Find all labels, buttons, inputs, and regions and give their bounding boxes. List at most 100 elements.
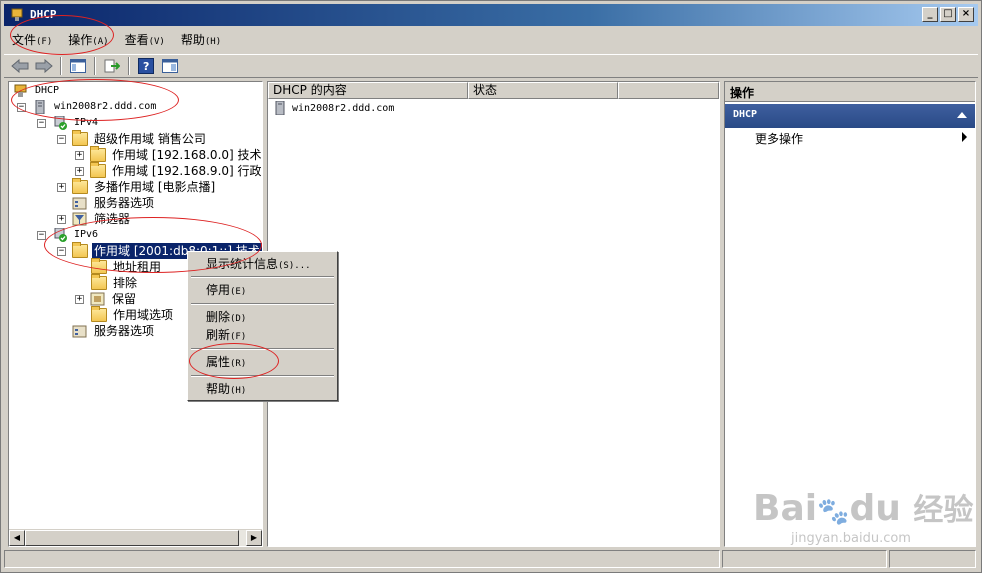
tree-item-exclusions[interactable]: 排除 [91,274,139,291]
tree-item-multicast[interactable]: + 多播作用域 [电影点播] [57,178,217,195]
collapse-toggle[interactable]: − [57,246,66,256]
collapse-section-icon[interactable] [957,112,967,118]
server-options-icon [72,325,87,338]
minimize-button[interactable]: _ [922,7,938,22]
help-button[interactable]: ? [136,56,156,76]
reservations-icon [90,292,105,306]
menu-item-help[interactable]: 帮助(H) [206,380,246,398]
properties-view-icon [162,59,178,73]
baidu-watermark-url: jingyan.baidu.com [791,531,911,546]
tree-item-reservations[interactable]: + 保留 [75,291,138,307]
tree-item-server-options-v4[interactable]: 服务器选项 [72,195,156,211]
folder-icon [72,178,88,194]
tree-item-scope-2[interactable]: + 作用域 [192.168.9.0] 行政 [75,162,262,179]
back-icon [11,59,29,73]
column-header-blank [618,82,719,99]
tree-item-scope-options[interactable]: 作用域选项 [91,306,175,323]
expand-toggle[interactable]: + [57,182,66,192]
toolbar-separator [94,57,96,75]
menu-separator [191,276,334,278]
status-cell-main [4,550,720,568]
expand-toggle[interactable]: + [75,166,84,176]
status-cell-3 [889,550,976,568]
list-item[interactable]: win2008r2.ddd.com [272,100,394,116]
folder-icon [90,162,106,178]
actions-pane: 操作 DHCP 更多操作 [724,81,976,547]
collapse-toggle[interactable]: − [17,102,26,112]
maximize-button[interactable]: □ [940,7,956,22]
baidu-watermark-logo: Bai🐾du 经验 [753,488,974,529]
menu-item-disable[interactable]: 停用(E) [206,281,246,299]
tree-item-server[interactable]: − win2008r2.ddd.com [17,99,158,115]
expand-toggle[interactable]: + [75,294,84,304]
folder-icon [72,130,88,146]
toolbar-separator [60,57,62,75]
scroll-right-button[interactable]: ▶ [246,530,262,546]
tree-item-ipv6[interactable]: − IPv6 [37,227,100,243]
menu-help[interactable]: 帮助(H) [173,30,229,50]
expand-toggle[interactable]: + [75,150,84,160]
svg-text:?: ? [143,60,149,73]
folder-icon [72,242,88,258]
scroll-thumb[interactable] [25,530,239,546]
more-actions-item[interactable]: 更多操作 [755,130,803,147]
menu-separator [191,348,334,350]
menu-item-refresh[interactable]: 刷新(F) [206,326,246,344]
properties-view-button[interactable] [160,56,180,76]
tree-item-dhcp[interactable]: DHCP [13,83,61,99]
filter-icon [72,212,87,226]
context-menu: 显示统计信息(S)... 停用(E) 删除(D) 刷新(F) 属性(R) 帮助(… [187,251,338,401]
tree-item-superscope[interactable]: − 超级作用域 销售公司 [57,130,208,147]
collapse-toggle[interactable]: − [37,118,46,128]
tree-item-scope-1[interactable]: + 作用域 [192.168.0.0] 技术 [75,146,262,163]
column-header-name[interactable]: DHCP 的内容 [268,82,468,99]
collapse-toggle[interactable]: − [57,134,66,144]
dhcp-root-icon [14,84,27,97]
toolbar: ? [4,54,978,78]
ipv6-icon [54,228,67,242]
folder-icon [90,146,106,162]
tree-item-filters[interactable]: + 筛选器 [57,211,132,227]
submenu-arrow-icon [962,132,967,142]
server-icon [35,100,45,114]
ipv4-icon [54,116,67,130]
forward-button[interactable] [34,56,54,76]
column-header-status[interactable]: 状态 [468,82,618,99]
folder-icon [91,306,107,322]
help-icon: ? [138,58,154,74]
tree-item-server-options-v6[interactable]: 服务器选项 [72,323,156,339]
window-title: DHCP [30,8,57,21]
show-hide-tree-button[interactable] [68,56,88,76]
dhcp-app-icon [11,8,23,21]
menu-action[interactable]: 操作(A) [60,30,116,50]
actions-section-dhcp[interactable]: DHCP [725,104,975,128]
status-cell-2 [722,550,887,568]
export-list-button[interactable] [102,56,122,76]
menu-separator [191,303,334,305]
tree-horizontal-scrollbar[interactable]: ◀ ▶ [9,529,262,546]
tree-item-ipv4[interactable]: − IPv4 [37,115,100,131]
show-hide-tree-icon [70,59,86,73]
tree-item-leases[interactable]: 地址租用 [91,258,163,275]
menu-item-properties[interactable]: 属性(R) [206,353,246,371]
exclusions-icon [91,274,107,290]
toolbar-separator [128,57,130,75]
actions-title: 操作 [725,82,975,102]
menu-separator [191,375,334,377]
server-options-icon [72,197,87,210]
menu-item-show-statistics[interactable]: 显示统计信息(S)... [206,255,311,273]
export-list-icon [104,59,120,73]
menu-item-delete[interactable]: 删除(D) [206,308,246,326]
server-icon [275,101,285,115]
expand-toggle[interactable]: + [57,214,66,224]
scroll-left-button[interactable]: ◀ [9,530,25,546]
title-bar[interactable]: DHCP _ □ × [4,4,978,26]
collapse-toggle[interactable]: − [37,230,46,240]
mmc-window: DHCP _ □ × 文件(F) 操作(A) 查看(V) 帮助(H) ? DHC… [0,0,982,573]
forward-icon [35,59,53,73]
menu-view[interactable]: 查看(V) [117,30,173,50]
menu-file[interactable]: 文件(F) [4,30,60,50]
close-button[interactable]: × [958,7,974,22]
back-button[interactable] [10,56,30,76]
status-bar [4,550,978,570]
